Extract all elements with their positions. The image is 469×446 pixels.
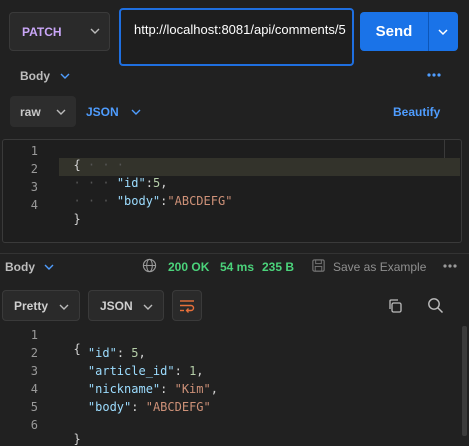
format-label: Pretty — [14, 298, 49, 313]
response-body-chevron-icon[interactable] — [43, 261, 55, 273]
line-number: 2 — [30, 162, 38, 176]
status-code[interactable]: 200 OK — [168, 260, 209, 274]
send-divider — [428, 12, 429, 51]
response-scrollbar[interactable] — [462, 326, 467, 436]
json-value: 5 — [131, 346, 139, 360]
beautify-button[interactable]: Beautify — [393, 105, 440, 119]
line-number: 3 — [30, 180, 38, 194]
save-as-example-button[interactable]: Save as Example — [333, 260, 426, 274]
code-line: } — [59, 418, 81, 446]
response-size[interactable]: 235 B — [262, 260, 294, 274]
json-key: "id" — [87, 346, 117, 360]
line-number: 4 — [30, 382, 38, 396]
response-language-label: JSON — [100, 298, 133, 313]
close-brace: } — [73, 212, 81, 226]
line-number: 1 — [30, 144, 38, 158]
line-number: 1 — [30, 328, 38, 342]
code-line: "nickname": "Kim", — [87, 382, 218, 396]
copy-icon[interactable] — [387, 298, 403, 314]
response-more-icon[interactable] — [442, 263, 458, 269]
send-button[interactable]: Send — [360, 12, 428, 51]
json-key: "article_id" — [87, 364, 175, 378]
url-input[interactable]: http://localhost:8081/api/comments/5 — [119, 8, 354, 66]
json-value: "Kim" — [174, 382, 211, 396]
line-number: 5 — [30, 400, 38, 414]
format-select[interactable]: Pretty — [2, 290, 80, 321]
body-tab-chevron-icon[interactable] — [59, 70, 71, 82]
request-body-tab[interactable]: Body — [20, 69, 50, 83]
save-icon — [312, 259, 325, 272]
body-language-select[interactable]: JSON — [86, 105, 119, 119]
request-body-tab-label: Body — [20, 69, 50, 83]
line-number: 6 — [30, 418, 38, 432]
search-icon[interactable] — [427, 297, 444, 314]
response-time[interactable]: 54 ms — [220, 260, 254, 274]
chevron-down-icon — [90, 28, 100, 34]
chevron-down-icon — [59, 304, 69, 310]
send-button-group: Send — [360, 12, 458, 51]
code-line: · · · "body":"ABCDEFG" — [73, 194, 233, 208]
ellipsis-icon[interactable] — [426, 72, 442, 78]
pane-divider[interactable] — [0, 253, 469, 254]
language-chevron-icon[interactable] — [130, 106, 142, 118]
response-body-tab[interactable]: Body — [5, 260, 35, 274]
body-language-label: JSON — [86, 105, 119, 119]
json-key: "body" — [116, 194, 161, 208]
chevron-down-icon — [143, 304, 153, 310]
wrap-lines-icon — [180, 300, 195, 313]
method-label: PATCH — [22, 24, 62, 39]
code-line: "body": "ABCDEFG" — [87, 400, 211, 414]
json-value: "ABCDEFG" — [167, 194, 233, 208]
response-language-select[interactable]: JSON — [88, 290, 164, 321]
close-brace: } — [73, 432, 81, 446]
line-number: 2 — [30, 346, 38, 360]
wrap-lines-button[interactable] — [172, 290, 202, 321]
json-key: "body" — [87, 400, 132, 414]
body-mode-label: raw — [20, 104, 41, 119]
line-number: 4 — [30, 198, 38, 212]
editor-scroll-corner — [444, 140, 461, 158]
send-options-chevron-icon[interactable] — [436, 25, 450, 39]
chevron-down-icon — [56, 109, 66, 115]
response-body-tab-label: Body — [5, 260, 35, 274]
line-number: 3 — [30, 364, 38, 378]
body-mode-select[interactable]: raw — [10, 96, 76, 127]
json-value: "ABCDEFG" — [145, 400, 211, 414]
globe-icon — [142, 258, 157, 273]
json-key: "nickname" — [87, 382, 161, 396]
code-line: } — [59, 198, 81, 226]
code-line: "article_id": 1, — [87, 364, 204, 378]
code-line: "id": 5, — [87, 346, 146, 360]
method-select[interactable]: PATCH — [9, 12, 110, 51]
